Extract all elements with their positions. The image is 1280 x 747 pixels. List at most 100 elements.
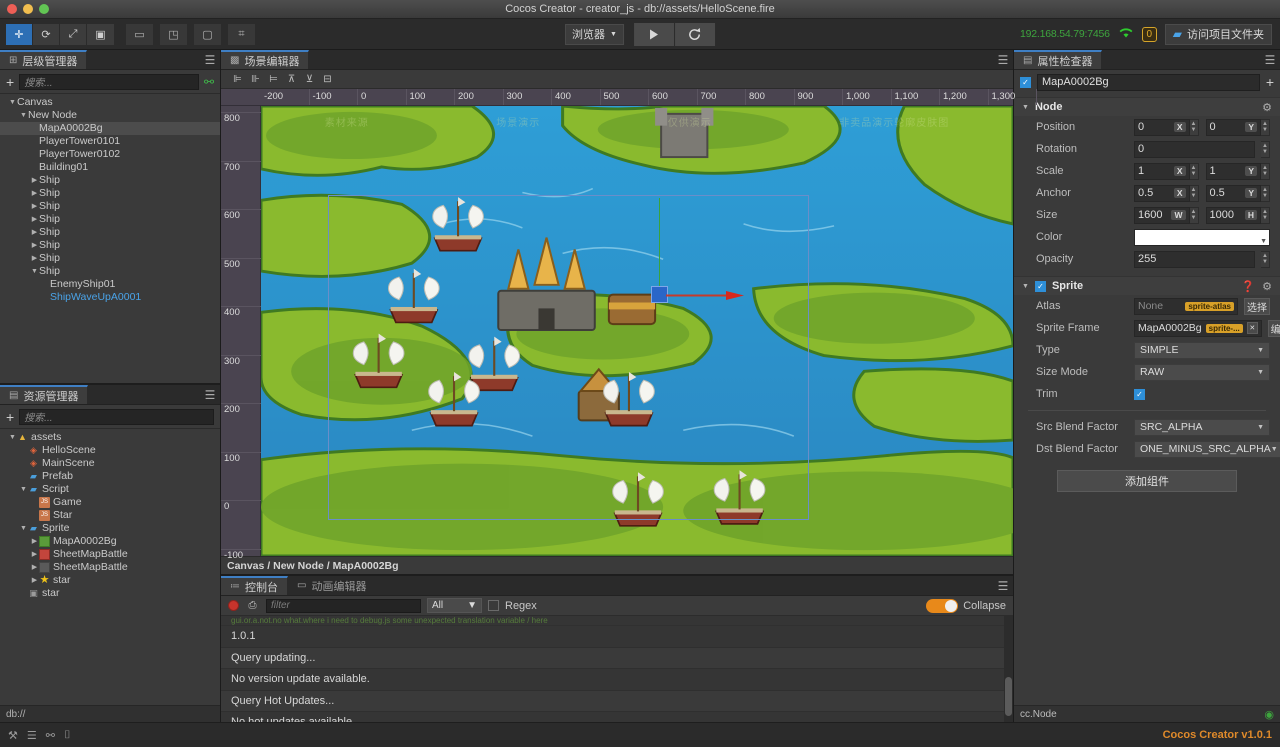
console-scrollbar[interactable] bbox=[1004, 616, 1013, 722]
chevron-down-icon[interactable]: ▼ bbox=[19, 483, 28, 496]
tree-row[interactable]: ◈ HelloScene bbox=[0, 444, 220, 457]
align-left-icon[interactable]: ⊫ bbox=[229, 72, 246, 87]
open-project-folder-button[interactable]: ▰ 访问项目文件夹 bbox=[1164, 23, 1272, 45]
assets-search-input[interactable]: 搜索... bbox=[19, 408, 214, 425]
size-height-stepper[interactable]: ▲ ▼ bbox=[1261, 206, 1270, 224]
link-status-icon[interactable]: ⚯ bbox=[46, 729, 55, 742]
node-gear-icon[interactable]: ⚙ bbox=[1262, 101, 1272, 114]
chevron-down-icon[interactable]: ▼ bbox=[8, 96, 17, 109]
tree-row[interactable]: ▶ Ship bbox=[0, 174, 220, 187]
node-enabled-checkbox[interactable]: ✓ bbox=[1020, 76, 1031, 88]
clear-console-icon[interactable]: ⎙ bbox=[245, 599, 260, 613]
chevron-right-icon[interactable]: ▶ bbox=[30, 574, 39, 587]
chevron-right-icon[interactable]: ▶ bbox=[30, 200, 39, 213]
console-filter-input[interactable]: filter bbox=[266, 598, 421, 613]
opacity-stepper[interactable]: ▲ ▼ bbox=[1261, 250, 1270, 268]
align-right-icon[interactable]: ⊨ bbox=[265, 72, 282, 87]
tab-inspector[interactable]: ▤ 属性检查器 bbox=[1014, 50, 1103, 69]
notification-badge[interactable]: 0 bbox=[1141, 26, 1157, 42]
console-level-dropdown[interactable]: All ▼ bbox=[427, 598, 482, 613]
tree-row[interactable]: ShipWaveUpA0001 bbox=[0, 291, 220, 304]
chevron-right-icon[interactable]: ▶ bbox=[30, 213, 39, 226]
preview-target-dropdown[interactable]: 浏览器 ▼ bbox=[565, 23, 624, 45]
chevron-right-icon[interactable]: ▶ bbox=[30, 561, 39, 574]
gizmo-toggle-button[interactable]: ▢ bbox=[194, 23, 221, 45]
move-tool-button[interactable]: ✛ bbox=[6, 23, 33, 45]
tree-row[interactable]: ◈ MainScene bbox=[0, 457, 220, 470]
tree-row[interactable]: ▶ Ship bbox=[0, 239, 220, 252]
tab-assets[interactable]: ▤ 资源管理器 bbox=[0, 385, 89, 404]
console-log-list[interactable]: 1.0.1 Query updating... No version update … bbox=[221, 626, 1013, 722]
chevron-right-icon[interactable]: ▶ bbox=[30, 187, 39, 200]
sprite-enabled-checkbox[interactable]: ✓ bbox=[1034, 280, 1046, 292]
chevron-right-icon[interactable]: ▶ bbox=[30, 174, 39, 187]
add-asset-button[interactable]: + bbox=[6, 410, 14, 424]
tree-row[interactable]: ▶ MapA0002Bg bbox=[0, 535, 220, 548]
position-x-input[interactable]: 0 X bbox=[1134, 118, 1190, 136]
size-height-input[interactable]: 1000 H bbox=[1205, 206, 1261, 224]
console-record-button[interactable] bbox=[228, 600, 239, 611]
size-width-input[interactable]: 1600 W bbox=[1134, 206, 1190, 224]
rotate-tool-button[interactable]: ⟳ bbox=[33, 23, 60, 45]
tree-row[interactable]: ▼ ▲ assets bbox=[0, 431, 220, 444]
rotation-input[interactable]: 0 bbox=[1134, 140, 1255, 158]
chevron-right-icon[interactable]: ▶ bbox=[30, 239, 39, 252]
sprite-frame-edit-button[interactable]: 编辑 bbox=[1267, 319, 1280, 337]
hierarchy-tree[interactable]: ▼ Canvas ▼ New Node MapA0002Bg PlayerTower010… bbox=[0, 94, 220, 383]
console-log-line[interactable]: 1.0.1 bbox=[221, 626, 1013, 648]
chevron-down-icon[interactable]: ▼ bbox=[8, 431, 17, 444]
tree-row[interactable]: PlayerTower0101 bbox=[0, 135, 220, 148]
eye-icon[interactable]: ◉ bbox=[1264, 708, 1274, 721]
hierarchy-menu-button[interactable]: ☰ bbox=[200, 50, 220, 69]
chevron-right-icon[interactable]: ▶ bbox=[30, 226, 39, 239]
tree-row[interactable]: ▼ ▰ Sprite bbox=[0, 522, 220, 535]
position-y-input[interactable]: 0 Y bbox=[1205, 118, 1261, 136]
sprite-frame-clear-button[interactable]: ✕ bbox=[1246, 322, 1258, 334]
status-bar-icons[interactable]: ⚒ ☰ ⚯ ⌷ bbox=[8, 729, 71, 742]
add-node-button[interactable]: + bbox=[6, 75, 14, 89]
coordinate-toggle-button[interactable]: ◳ bbox=[160, 23, 187, 45]
tree-row[interactable]: ▣ star bbox=[0, 587, 220, 600]
rotation-stepper[interactable]: ▲ ▼ bbox=[1261, 140, 1270, 158]
add-component-button[interactable]: 添加组件 bbox=[1057, 470, 1237, 492]
align-top-icon[interactable]: ⊼ bbox=[283, 72, 300, 87]
dst-blend-dropdown[interactable]: ONE_MINUS_SRC_ALPHA ▼ bbox=[1134, 440, 1280, 458]
regex-checkbox[interactable] bbox=[488, 600, 499, 611]
console-log-line[interactable]: Query Hot Updates... bbox=[221, 690, 1013, 712]
tab-console[interactable]: ≔ 控制台 bbox=[221, 576, 288, 595]
anchor-y-input[interactable]: 0.5 Y bbox=[1205, 184, 1261, 202]
size-width-stepper[interactable]: ▲ ▼ bbox=[1189, 206, 1199, 224]
tree-row[interactable]: ▶ Ship bbox=[0, 187, 220, 200]
anchor-x-stepper[interactable]: ▲ ▼ bbox=[1189, 184, 1199, 202]
collapse-toggle[interactable] bbox=[926, 598, 959, 613]
size-mode-dropdown[interactable]: RAW ▼ bbox=[1134, 363, 1270, 381]
breadcrumb[interactable]: Canvas / New Node / MapA0002Bg bbox=[221, 556, 1013, 574]
scale-y-stepper[interactable]: ▲ ▼ bbox=[1261, 162, 1270, 180]
link-icon[interactable]: ⚯ bbox=[204, 75, 214, 89]
tree-row[interactable]: ▼ Canvas bbox=[0, 96, 220, 109]
tree-row[interactable]: PlayerTower0102 bbox=[0, 148, 220, 161]
src-blend-dropdown[interactable]: SRC_ALPHA ▼ bbox=[1134, 418, 1270, 436]
tree-row[interactable]: ▼ ▰ Script bbox=[0, 483, 220, 496]
assets-tree[interactable]: ▼ ▲ assets ◈ HelloScene ◈ MainScene ▰ Prefab ▼ ▰ Sc… bbox=[0, 429, 220, 705]
tree-row[interactable]: ▶ Ship bbox=[0, 200, 220, 213]
align-center-h-icon[interactable]: ⊪ bbox=[247, 72, 264, 87]
sprite-gear-icon[interactable]: ⚙ bbox=[1262, 280, 1272, 293]
tree-row[interactable]: ▶ Ship bbox=[0, 252, 220, 265]
node-section-header[interactable]: ▼ Node ⚙ bbox=[1014, 97, 1280, 116]
tree-row[interactable]: ▼ Ship bbox=[0, 265, 220, 278]
gizmo-y-axis[interactable] bbox=[659, 198, 660, 288]
assets-menu-button[interactable]: ☰ bbox=[200, 385, 220, 404]
play-button[interactable] bbox=[633, 22, 674, 46]
gizmo-x-axis-arrow[interactable] bbox=[666, 291, 744, 300]
position-x-stepper[interactable]: ▲ ▼ bbox=[1189, 118, 1199, 136]
position-y-stepper[interactable]: ▲ ▼ bbox=[1261, 118, 1270, 136]
console-log-line[interactable]: No hot updates available. bbox=[221, 712, 1013, 722]
tree-row[interactable]: ▰ Prefab bbox=[0, 470, 220, 483]
sprite-frame-field[interactable]: MapA0002Bg sprite-... ✕ bbox=[1134, 319, 1262, 337]
node-name-input[interactable]: MapA0002Bg bbox=[1037, 73, 1260, 91]
sprite-section-header[interactable]: ▼ ✓ Sprite ❓ ⚙ bbox=[1014, 276, 1280, 295]
chevron-down-icon[interactable]: ▼ bbox=[30, 265, 39, 278]
tab-scene-editor[interactable]: ▩ 场景编辑器 bbox=[221, 50, 310, 69]
chevron-right-icon[interactable]: ▶ bbox=[30, 535, 39, 548]
